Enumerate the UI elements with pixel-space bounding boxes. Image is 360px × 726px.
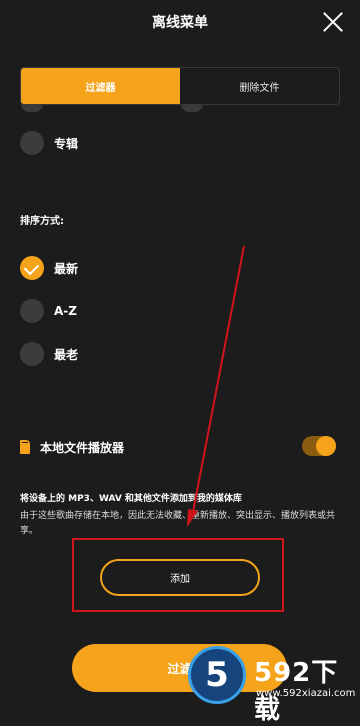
radio-checked-icon bbox=[20, 256, 44, 280]
album-label: 专辑 bbox=[54, 136, 79, 151]
sort-label: 排序方式: bbox=[20, 216, 64, 227]
partial-radio-icon bbox=[21, 104, 43, 112]
radio-icon bbox=[20, 299, 44, 323]
dialog-title: 离线菜单 bbox=[152, 15, 208, 31]
sort-option-az[interactable]: A-Z bbox=[20, 299, 77, 323]
radio-icon bbox=[20, 342, 44, 366]
partial-radio-icon bbox=[181, 104, 203, 112]
local-player-label: 本地文件播放器 bbox=[40, 440, 125, 455]
tab-delete-files[interactable]: 删除文件 bbox=[180, 68, 339, 104]
description-title: 将设备上的 MP3、WAV 和其他文件添加到我的媒体库 bbox=[20, 494, 242, 504]
watermark: 5 592下载 www.592xiazai.com bbox=[178, 630, 360, 725]
watermark-url: www.592xiazai.com bbox=[256, 688, 356, 699]
sort-option-label: 最新 bbox=[54, 261, 79, 276]
tab-filter[interactable]: 过滤器 bbox=[21, 68, 180, 104]
local-player-row: 本地文件播放器 bbox=[20, 436, 340, 457]
close-icon[interactable] bbox=[322, 11, 344, 33]
watermark-logo-icon: 5 bbox=[188, 646, 246, 704]
sd-card-icon bbox=[20, 440, 30, 454]
sort-option-label: 最老 bbox=[54, 347, 79, 362]
radio-icon bbox=[20, 131, 44, 155]
description-body: 由于这些歌曲存储在本地，因此无法收藏、重新播放、突出显示、播放列表或共享。 bbox=[20, 511, 336, 536]
local-player-toggle[interactable] bbox=[302, 436, 336, 456]
header: 离线菜单 bbox=[0, 0, 360, 44]
sort-option-newest[interactable]: 最新 bbox=[20, 256, 78, 280]
tab-bar: 过滤器 删除文件 bbox=[20, 67, 340, 105]
add-button[interactable]: 添加 bbox=[100, 559, 260, 596]
album-option[interactable]: 专辑 bbox=[20, 131, 78, 155]
sort-option-oldest[interactable]: 最老 bbox=[20, 342, 78, 366]
sort-option-label: A-Z bbox=[54, 304, 77, 318]
